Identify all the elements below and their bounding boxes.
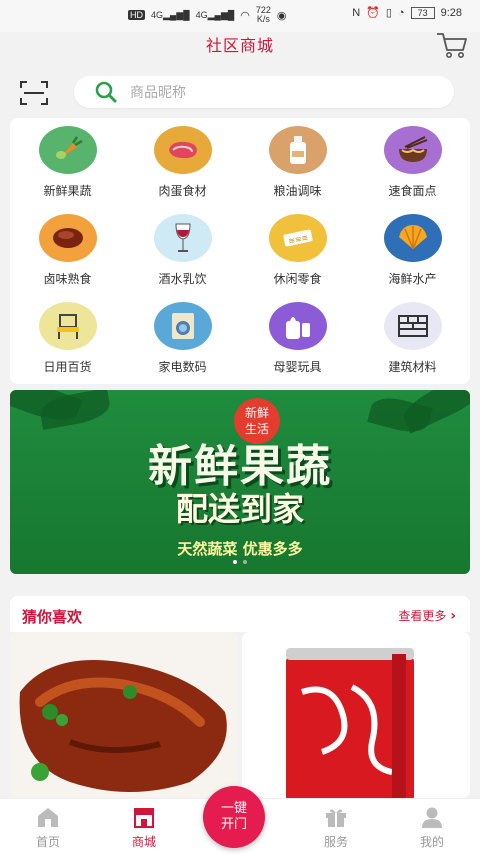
- tab-service[interactable]: 服务: [288, 799, 384, 854]
- vegetables-icon: [38, 126, 97, 174]
- category-label: 粮油调味: [273, 184, 322, 198]
- page-title: 社区商城: [205, 36, 274, 55]
- home-icon: [38, 808, 58, 827]
- network-type-label-2: 4G: [195, 9, 208, 20]
- battery-level: 73: [417, 7, 428, 18]
- one-key-open-door-button[interactable]: 一键 开门: [203, 786, 265, 848]
- product-list: [10, 632, 470, 798]
- product-image-pork: [10, 632, 238, 798]
- search-bar[interactable]: 商品昵称: [74, 76, 454, 108]
- status-left: HD 4G▂▄▆█ 4G▂▄▆█ ◠ 722 K/s ◉: [128, 6, 287, 24]
- speed-unit: K/s: [256, 14, 270, 24]
- snack-icon: ≋≋≋: [268, 214, 327, 262]
- category-item[interactable]: 酒水乳饮: [125, 214, 240, 302]
- hd-indicator: HD: [128, 10, 145, 20]
- category-label: 休闲零食: [273, 272, 322, 286]
- category-label: 家电数码: [158, 360, 207, 374]
- search-placeholder: 商品昵称: [130, 85, 186, 101]
- banner-subtitle: 配送到家: [175, 490, 304, 528]
- view-more-label: 查看更多: [398, 609, 447, 623]
- speedometer-icon: ◔: [397, 6, 405, 19]
- category-label: 速食面点: [388, 184, 437, 198]
- store-icon: [134, 808, 154, 828]
- cart-icon[interactable]: [434, 28, 470, 60]
- tab-label: 我的: [419, 835, 444, 849]
- signal-icon-2: 4G▂▄▆█: [195, 9, 235, 20]
- search-icon: [95, 81, 117, 103]
- category-label: 新鲜果蔬: [43, 184, 92, 198]
- carousel-dot[interactable]: [243, 560, 247, 564]
- category-item[interactable]: 海鲜水产: [355, 214, 470, 302]
- category-item[interactable]: 建筑材料: [355, 302, 470, 390]
- tab-mall[interactable]: 商城: [96, 799, 192, 854]
- carousel-dot[interactable]: [233, 560, 237, 564]
- shell-icon: [383, 214, 442, 262]
- category-item[interactable]: 卤味熟食: [10, 214, 125, 302]
- category-item[interactable]: 母婴玩具: [240, 302, 355, 390]
- noodle-bowl-icon: [383, 126, 442, 174]
- section-title: 猜你喜欢: [22, 608, 83, 626]
- user-icon: [422, 807, 442, 828]
- meat-icon: [153, 126, 212, 174]
- nfc-icon: N: [352, 6, 361, 19]
- tab-label: 首页: [35, 835, 60, 849]
- status-bar: HD 4G▂▄▆█ 4G▂▄▆█ ◠ 722 K/s ◉ N ⏰ ▯ ◔ 73 9…: [0, 0, 480, 32]
- tab-label: 服务: [323, 835, 348, 849]
- category-label: 肉蛋食材: [158, 184, 207, 198]
- chevron-right-icon: ›: [450, 608, 456, 624]
- signal-icon: 4G▂▄▆█: [151, 9, 190, 20]
- tab-label: 商城: [131, 835, 156, 849]
- gift-icon: [326, 809, 346, 827]
- scan-icon[interactable]: [18, 78, 50, 108]
- tab-mine[interactable]: 我的: [384, 799, 480, 854]
- category-label: 日用百货: [43, 360, 92, 374]
- fab-line2: 开门: [220, 817, 247, 832]
- category-card: 新鲜果蔬 肉蛋食材 粮油调味 速食面点 卤味熟食 酒水乳饮 ≋≋≋ 休闲零食 海…: [10, 118, 470, 384]
- product-image-cola: [242, 632, 470, 798]
- vibrate-icon: ▯: [385, 7, 392, 19]
- app-notification-icon: ◉: [276, 9, 287, 22]
- battery-icon: 73: [410, 6, 435, 19]
- status-right: N ⏰ ▯ ◔ 73 9:28: [352, 6, 462, 19]
- guess-header: 猜你喜欢 查看更多 ›: [10, 596, 470, 632]
- wine-glass-icon: [153, 214, 212, 262]
- speed-readout: 722 K/s: [256, 6, 271, 24]
- banner-slogan: 天然蔬菜 优惠多多: [177, 540, 303, 558]
- category-item[interactable]: ≋≋≋ 休闲零食: [240, 214, 355, 302]
- tab-home[interactable]: 首页: [0, 799, 96, 854]
- category-item[interactable]: 肉蛋食材: [125, 126, 240, 214]
- braised-meat-icon: [38, 214, 97, 262]
- fab-line1: 一键: [220, 801, 247, 816]
- category-grid: 新鲜果蔬 肉蛋食材 粮油调味 速食面点 卤味熟食 酒水乳饮 ≋≋≋ 休闲零食 海…: [10, 126, 470, 390]
- clock: 9:28: [440, 6, 462, 19]
- washing-machine-icon: [153, 302, 212, 350]
- category-item[interactable]: 新鲜果蔬: [10, 126, 125, 214]
- category-item[interactable]: 日用百货: [10, 302, 125, 390]
- alarm-icon: ⏰: [366, 7, 380, 19]
- chair-icon: [38, 302, 97, 350]
- promo-banner[interactable]: 新鲜 生活 新鲜果蔬 配送到家 天然蔬菜 优惠多多: [10, 390, 470, 574]
- network-type-label: 4G: [151, 9, 164, 20]
- category-label: 建筑材料: [388, 360, 437, 374]
- badge-line1: 新鲜: [244, 406, 269, 420]
- category-item[interactable]: 粮油调味: [240, 126, 355, 214]
- baby-bottle-icon: [268, 302, 327, 350]
- category-label: 母婴玩具: [273, 360, 322, 374]
- wifi-icon: ◠: [240, 9, 250, 22]
- category-item[interactable]: 家电数码: [125, 302, 240, 390]
- product-card[interactable]: [242, 632, 470, 798]
- product-card[interactable]: [10, 632, 238, 798]
- building-material-icon: [383, 302, 442, 350]
- category-item[interactable]: 速食面点: [355, 126, 470, 214]
- oil-bottle-icon: [268, 126, 327, 174]
- category-label: 酒水乳饮: [158, 272, 207, 286]
- category-label: 卤味熟食: [43, 272, 92, 286]
- carousel-dots: [10, 560, 470, 564]
- view-more-link[interactable]: 查看更多 ›: [398, 607, 456, 624]
- category-label: 海鲜水产: [388, 272, 437, 286]
